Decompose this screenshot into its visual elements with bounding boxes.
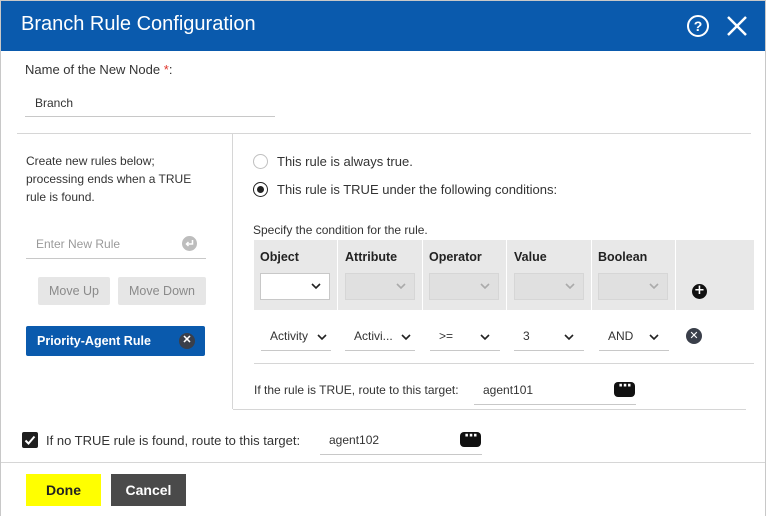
- new-operator-select: [429, 273, 499, 300]
- rule-item-label: Priority-Agent Rule: [37, 334, 151, 348]
- chevron-down-icon: [564, 334, 574, 341]
- enter-icon[interactable]: [182, 236, 197, 251]
- condition-instruction: Specify the condition for the rule.: [253, 223, 428, 237]
- node-name-label-colon: :: [168, 62, 173, 77]
- cancel-button[interactable]: Cancel: [111, 474, 186, 506]
- fallback-target-browse-button[interactable]: ···: [460, 429, 481, 447]
- chevron-down-icon: [565, 283, 575, 290]
- rules-instructions: Create new rules below; processing ends …: [26, 154, 192, 204]
- rule-target-browse-button[interactable]: ···: [614, 379, 635, 397]
- close-icon[interactable]: [725, 14, 749, 38]
- col-separator: [337, 240, 338, 310]
- fallback-target-input[interactable]: agent102: [320, 427, 482, 455]
- new-rule-input[interactable]: Enter New Rule: [26, 233, 206, 259]
- fallback-label: If no TRUE rule is found, route to this …: [46, 433, 301, 448]
- done-button[interactable]: Done: [26, 474, 101, 506]
- remove-rule-icon[interactable]: ✕: [179, 333, 195, 349]
- col-separator: [506, 240, 507, 310]
- dialog-header: Branch Rule Configuration ?: [1, 1, 765, 51]
- rule-target-value: agent101: [483, 383, 534, 397]
- condition-boolean-select[interactable]: AND: [599, 323, 669, 351]
- chevron-down-icon: [396, 283, 406, 290]
- help-icon[interactable]: ?: [687, 15, 709, 37]
- condition-value-select[interactable]: 3: [514, 323, 584, 351]
- move-down-button[interactable]: Move Down: [118, 277, 206, 305]
- col-attribute: Attribute: [345, 250, 398, 264]
- col-separator: [591, 240, 592, 310]
- condition-grid-header: Object Attribute Operator Value Boolean: [254, 240, 754, 310]
- always-true-label: This rule is always true.: [277, 154, 413, 169]
- condition-value-value: 3: [523, 329, 530, 343]
- always-true-radio[interactable]: [253, 154, 268, 169]
- condition-row-divider: [254, 363, 754, 364]
- rule-target-label: If the rule is TRUE, route to this targe…: [254, 383, 459, 397]
- chevron-down-icon: [649, 334, 659, 341]
- rule-item-priority-agent[interactable]: Priority-Agent Rule ✕: [26, 326, 205, 356]
- divider-top: [17, 133, 751, 134]
- chevron-down-icon: [480, 283, 490, 290]
- chevron-down-icon: [649, 283, 659, 290]
- chevron-down-icon: [480, 334, 490, 341]
- add-condition-icon[interactable]: +: [692, 284, 707, 299]
- rule-target-input[interactable]: agent101: [474, 377, 636, 405]
- col-value: Value: [514, 250, 547, 264]
- new-value-select: [514, 273, 584, 300]
- conditional-label: This rule is TRUE under the following co…: [277, 182, 558, 197]
- condition-attribute-value: Activi...: [354, 329, 393, 343]
- condition-operator-select[interactable]: >=: [430, 323, 500, 351]
- chevron-down-icon: [317, 334, 327, 341]
- chevron-down-icon: [311, 283, 321, 290]
- col-operator: Operator: [429, 250, 482, 264]
- col-separator: [422, 240, 423, 310]
- condition-object-value: Activity: [270, 329, 309, 343]
- fallback-target-value: agent102: [329, 433, 380, 447]
- dialog-title: Branch Rule Configuration: [21, 13, 256, 35]
- panel-divider: [232, 134, 233, 409]
- condition-attribute-select[interactable]: Activi...: [345, 323, 415, 351]
- condition-boolean-value: AND: [608, 329, 634, 343]
- col-boolean: Boolean: [598, 250, 648, 264]
- branch-rule-dialog: Branch Rule Configuration ? Name of the …: [0, 0, 766, 516]
- new-object-select[interactable]: [260, 273, 330, 300]
- checkmark-icon: [24, 435, 36, 445]
- conditional-radio[interactable]: [253, 182, 268, 197]
- divider-rule-bottom: [233, 409, 746, 410]
- new-rule-placeholder: Enter New Rule: [36, 237, 121, 251]
- new-boolean-select: [598, 273, 668, 300]
- node-name-label: Name of the New Node *:: [25, 62, 172, 77]
- condition-operator-value: >=: [439, 329, 454, 343]
- col-object: Object: [260, 250, 299, 264]
- node-name-label-text: Name of the New Node: [25, 62, 161, 77]
- condition-object-select[interactable]: Activity: [261, 323, 331, 351]
- move-up-button[interactable]: Move Up: [38, 277, 110, 305]
- col-separator: [675, 240, 676, 310]
- remove-condition-icon[interactable]: ✕: [686, 328, 702, 344]
- node-name-input[interactable]: Branch: [25, 93, 275, 117]
- new-attribute-select: [345, 273, 415, 300]
- chevron-down-icon: [401, 334, 411, 341]
- fallback-checkbox[interactable]: [22, 432, 38, 448]
